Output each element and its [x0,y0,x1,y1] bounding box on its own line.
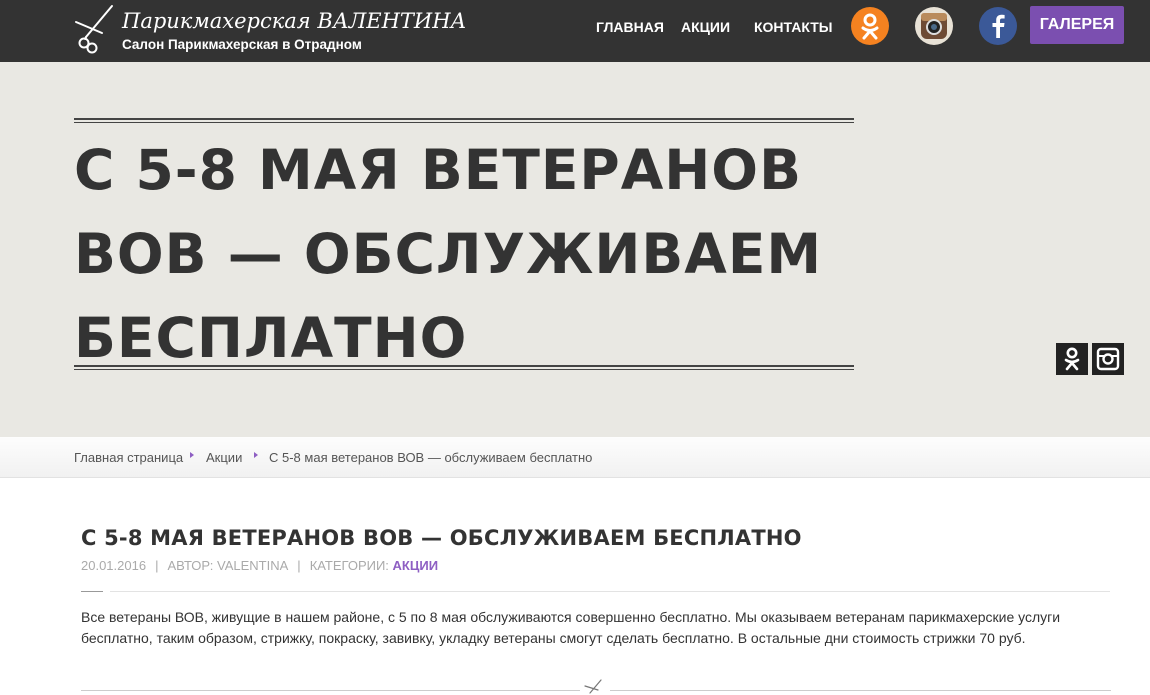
meta-separator: | [155,558,159,573]
odnoklassniki-icon[interactable] [1056,343,1088,375]
facebook-icon[interactable] [979,7,1017,45]
hero-top-rule [74,118,854,123]
post-author[interactable]: АВТОР: VALENTINA [167,558,288,573]
instagram-icon[interactable] [1092,343,1124,375]
site-logo[interactable]: Парикмахерская ВАЛЕНТИНА Салон Парикмахе… [72,3,466,57]
site-header: Парикмахерская ВАЛЕНТИНА Салон Парикмахе… [0,0,1150,62]
scissors-icon [75,5,113,54]
meta-separator: | [297,558,301,573]
post-title: С 5-8 МАЯ ВЕТЕРАНОВ ВОВ — ОБСЛУЖИВАЕМ БЕ… [81,526,802,550]
nav-item-promotions[interactable]: АКЦИИ [681,19,730,35]
breadcrumb-arrow-icon [190,452,194,458]
hero-title-line: С 5-8 МАЯ ВЕТЕРАНОВ [74,138,802,202]
hero-title-line: ВОВ — ОБСЛУЖИВАЕМ [74,222,823,286]
post-category-link[interactable]: АКЦИИ [393,558,439,573]
breadcrumb-arrow-icon [254,452,258,458]
nav-item-home[interactable]: ГЛАВНАЯ [596,19,664,35]
breadcrumb-home[interactable]: Главная страница [74,450,183,465]
post-date: 20.01.2016 [81,558,147,573]
meta-dash [81,591,103,592]
hero-bottom-rule [74,365,854,370]
hero-title: С 5-8 МАЯ ВЕТЕРАНОВ ВОВ — ОБСЛУЖИВАЕМ БЕ… [74,128,834,380]
breadcrumb: Главная страница Акции С 5-8 мая ветеран… [0,437,1150,478]
hero-banner: С 5-8 МАЯ ВЕТЕРАНОВ ВОВ — ОБСЛУЖИВАЕМ БЕ… [0,62,1150,437]
logo-subtitle: Салон Парикмахерская в Отрадном [122,37,362,52]
instagram-icon[interactable] [915,7,953,45]
post-meta: 20.01.2016 | АВТОР: VALENTINA | КАТЕГОРИИ: А… [81,558,438,573]
logo-title: Парикмахерская ВАЛЕНТИНА [122,9,467,33]
post-body: Все ветераны ВОВ, живущие в нашем районе… [81,609,1061,646]
meta-divider [110,591,1110,592]
breadcrumb-promotions[interactable]: Акции [206,450,242,465]
gallery-button[interactable]: ГАЛЕРЕЯ [1030,6,1124,44]
breadcrumb-current: С 5-8 мая ветеранов ВОВ — обслуживаем бе… [269,450,593,465]
scissors-icon [580,678,610,695]
odnoklassniki-icon[interactable] [851,7,889,45]
nav-item-contacts[interactable]: КОНТАКТЫ [754,19,832,35]
post-categories-label: КАТЕГОРИИ: [309,558,389,573]
